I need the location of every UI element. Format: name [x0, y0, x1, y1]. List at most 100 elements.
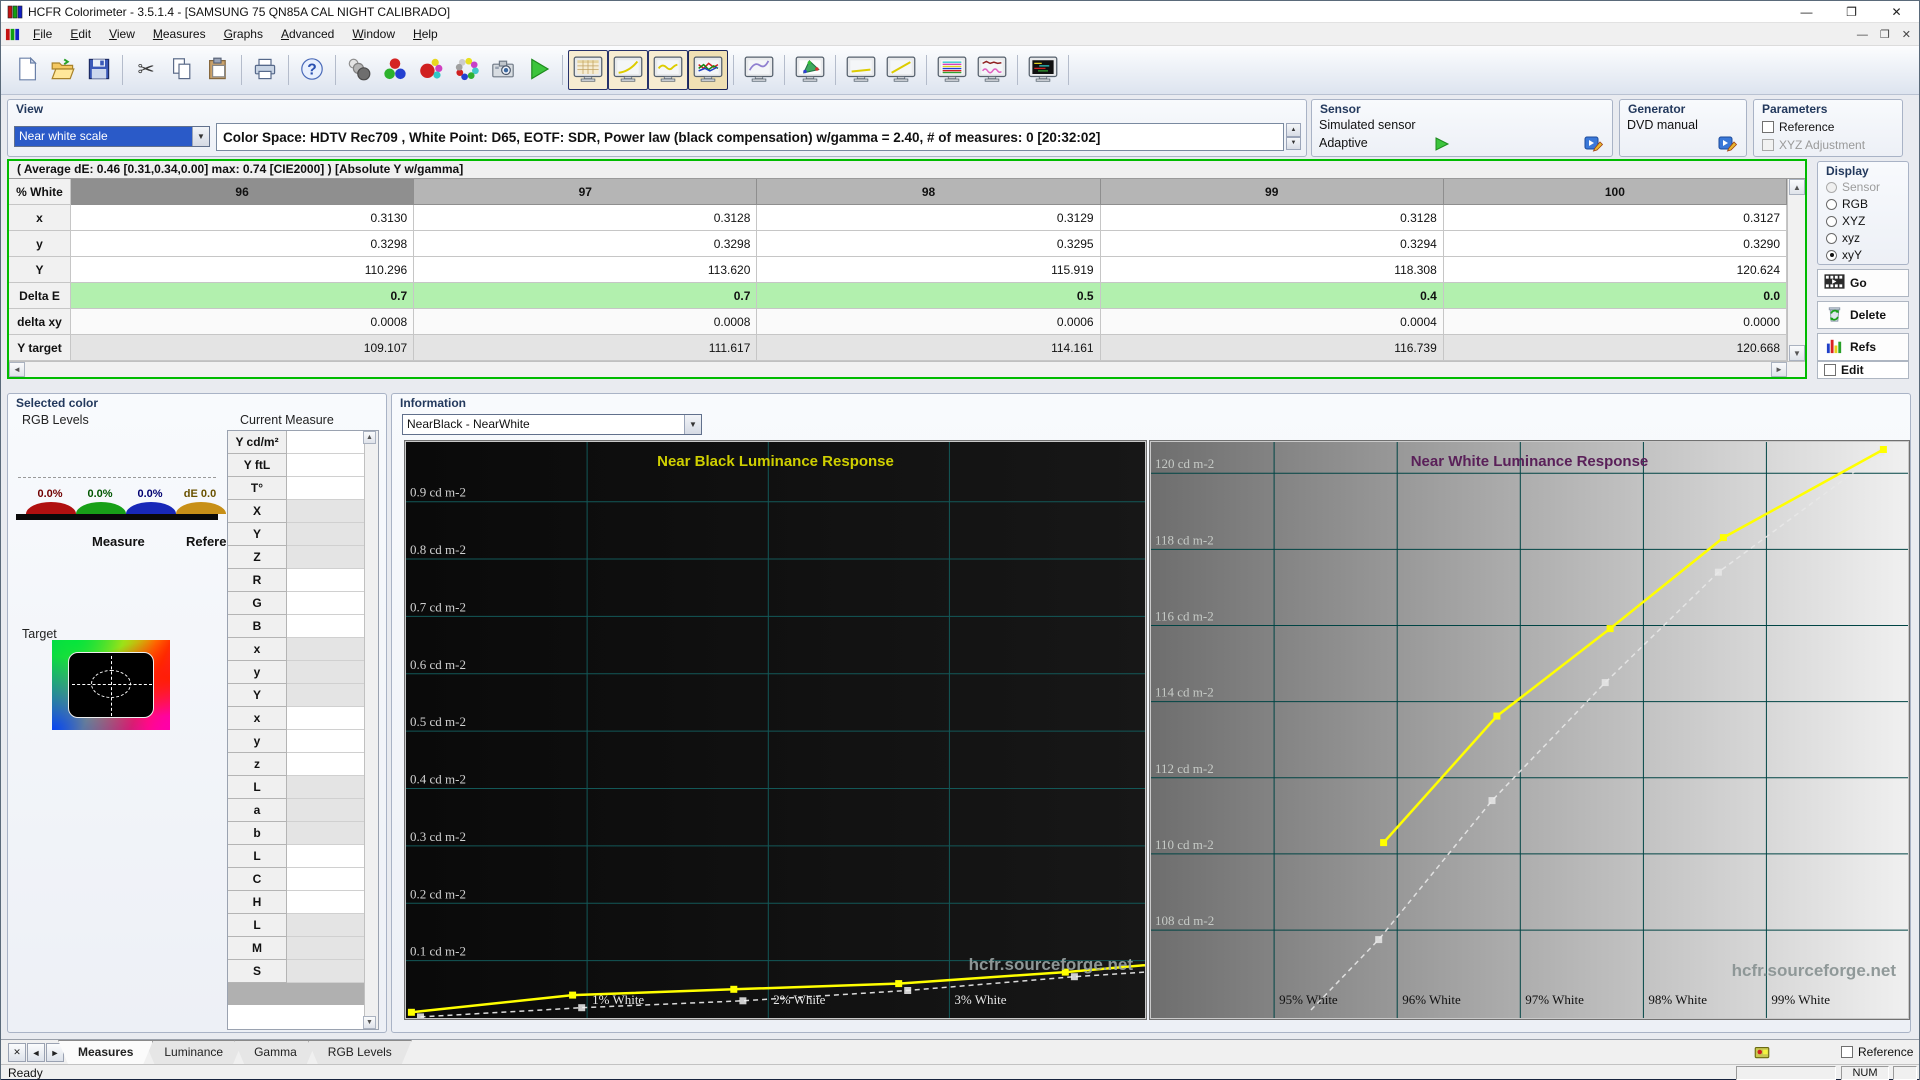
print-button[interactable]: [247, 51, 283, 89]
close-button[interactable]: ✕: [1874, 1, 1919, 23]
tab-rgb-levels[interactable]: RGB Levels: [308, 1040, 412, 1064]
table-cell[interactable]: 0.0006: [757, 309, 1100, 335]
view-measures-grid-button[interactable]: [568, 50, 608, 90]
table-cell[interactable]: 109.107: [71, 335, 414, 361]
table-cell[interactable]: 118.308: [1101, 257, 1444, 283]
menu-help[interactable]: Help: [404, 24, 447, 44]
info-spinner[interactable]: ▲▼: [1286, 123, 1301, 150]
mdi-restore-button[interactable]: ❐: [1880, 28, 1890, 41]
view-contrast-chart-button[interactable]: [972, 50, 1012, 90]
table-cell[interactable]: 0.7: [414, 283, 757, 309]
refs-button[interactable]: Refs: [1817, 333, 1909, 361]
measure-table-scrollbar[interactable]: ▲▼: [364, 431, 378, 1029]
tab-close-button[interactable]: ✕: [8, 1043, 26, 1062]
column-header-98[interactable]: 98: [757, 179, 1100, 205]
tab-gamma[interactable]: Gamma: [234, 1040, 317, 1064]
display-option-xyz[interactable]: XYZ: [1826, 214, 1865, 228]
paste-button[interactable]: [200, 51, 236, 89]
table-cell[interactable]: 114.161: [757, 335, 1100, 361]
scroll-down-icon[interactable]: ▼: [363, 1016, 376, 1029]
table-cell[interactable]: 120.668: [1444, 335, 1787, 361]
tab-prev-button[interactable]: ◄: [27, 1043, 45, 1062]
table-vertical-scrollbar[interactable]: ▲ ▼: [1787, 179, 1805, 361]
table-cell[interactable]: 0.5: [757, 283, 1100, 309]
table-cell[interactable]: 0.3298: [71, 231, 414, 257]
scroll-left-icon[interactable]: ◄: [9, 362, 25, 377]
view-rgb-levels-chart-button[interactable]: [688, 50, 728, 90]
cut-button[interactable]: ✂: [128, 51, 164, 89]
table-cell[interactable]: 116.739: [1101, 335, 1444, 361]
view-gamma-chart-button[interactable]: [608, 50, 648, 90]
view-gamma-flat-chart-button[interactable]: [841, 50, 881, 90]
radio-icon[interactable]: [1826, 250, 1837, 261]
measure-primaries-button[interactable]: [377, 51, 413, 89]
menu-window[interactable]: Window: [343, 24, 404, 44]
tab-luminance[interactable]: Luminance: [144, 1040, 243, 1064]
table-horizontal-scrollbar[interactable]: ◄ ►: [9, 361, 1805, 377]
measure-scale-select[interactable]: Near white scale ▼: [14, 126, 210, 147]
sensor-play-icon[interactable]: [1434, 137, 1450, 151]
snapshot-button[interactable]: [485, 51, 521, 89]
generator-config-button[interactable]: [1718, 134, 1738, 152]
column-header-96[interactable]: 96: [71, 179, 414, 205]
column-header-100[interactable]: 100: [1444, 179, 1787, 205]
table-cell[interactable]: 0.4: [1101, 283, 1444, 309]
table-cell[interactable]: 0.3129: [757, 205, 1100, 231]
table-cell[interactable]: 0.3128: [414, 205, 757, 231]
display-option-rgb[interactable]: RGB: [1826, 197, 1868, 211]
tab-measures[interactable]: Measures: [58, 1040, 153, 1064]
display-option-xyz[interactable]: xyz: [1826, 231, 1860, 245]
reference-checkbox[interactable]: Reference: [1841, 1045, 1913, 1059]
view-luminance-linear-chart-button[interactable]: [881, 50, 921, 90]
new-file-button[interactable]: [9, 51, 45, 89]
table-cell[interactable]: 111.617: [414, 335, 757, 361]
menu-edit[interactable]: Edit: [61, 24, 100, 44]
menu-file[interactable]: File: [24, 24, 61, 44]
help-button[interactable]: ?: [294, 51, 330, 89]
view-saturation-chart-button[interactable]: [1023, 50, 1063, 90]
table-cell[interactable]: 110.296: [71, 257, 414, 283]
table-cell[interactable]: 0.0004: [1101, 309, 1444, 335]
scroll-right-icon[interactable]: ►: [1771, 362, 1787, 377]
table-cell[interactable]: 0.0008: [414, 309, 757, 335]
delete-button[interactable]: Delete: [1817, 301, 1909, 329]
open-file-button[interactable]: [45, 51, 81, 89]
table-cell[interactable]: 113.620: [414, 257, 757, 283]
table-cell[interactable]: 0.0000: [1444, 309, 1787, 335]
view-color-temperature-chart-button[interactable]: [932, 50, 972, 90]
chart-view-select[interactable]: NearBlack - NearWhite ▼: [402, 414, 702, 435]
scroll-up-icon[interactable]: ▲: [1789, 179, 1805, 195]
view-cie-diagram-button[interactable]: [790, 50, 830, 90]
view-luminance-chart-button[interactable]: [739, 50, 779, 90]
parameters-checkbox-reference[interactable]: Reference: [1762, 120, 1834, 134]
radio-icon[interactable]: [1826, 233, 1837, 244]
menu-advanced[interactable]: Advanced: [272, 24, 343, 44]
maximize-button[interactable]: ❐: [1829, 1, 1874, 23]
table-cell[interactable]: 0.3295: [757, 231, 1100, 257]
measure-secondaries-button[interactable]: [413, 51, 449, 89]
chevron-down-icon[interactable]: ▼: [684, 415, 701, 434]
measure-grayscale-button[interactable]: [341, 51, 377, 89]
table-cell[interactable]: 120.624: [1444, 257, 1787, 283]
column-header-99[interactable]: 99: [1101, 179, 1444, 205]
table-cell[interactable]: 0.3130: [71, 205, 414, 231]
table-cell[interactable]: 0.3290: [1444, 231, 1787, 257]
table-cell[interactable]: 0.3127: [1444, 205, 1787, 231]
menu-measures[interactable]: Measures: [144, 24, 215, 44]
scroll-up-icon[interactable]: ▲: [363, 431, 376, 444]
reference-checkbox-box[interactable]: [1841, 1046, 1853, 1058]
mdi-minimize-button[interactable]: —: [1857, 29, 1868, 41]
column-header-97[interactable]: 97: [414, 179, 757, 205]
minimize-button[interactable]: —: [1784, 1, 1829, 23]
display-option-xyy[interactable]: xyY: [1826, 248, 1862, 262]
copy-button[interactable]: [164, 51, 200, 89]
scroll-down-icon[interactable]: ▼: [1789, 345, 1805, 361]
edit-checkbox[interactable]: Edit: [1817, 361, 1909, 379]
radio-icon[interactable]: [1826, 199, 1837, 210]
table-cell[interactable]: 0.3128: [1101, 205, 1444, 231]
edit-checkbox-box[interactable]: [1824, 364, 1836, 376]
table-cell[interactable]: 115.919: [757, 257, 1100, 283]
table-cell[interactable]: 0.0008: [71, 309, 414, 335]
start-measures-button[interactable]: [521, 51, 557, 89]
view-nearblack-nearwhite-chart-button[interactable]: [648, 50, 688, 90]
